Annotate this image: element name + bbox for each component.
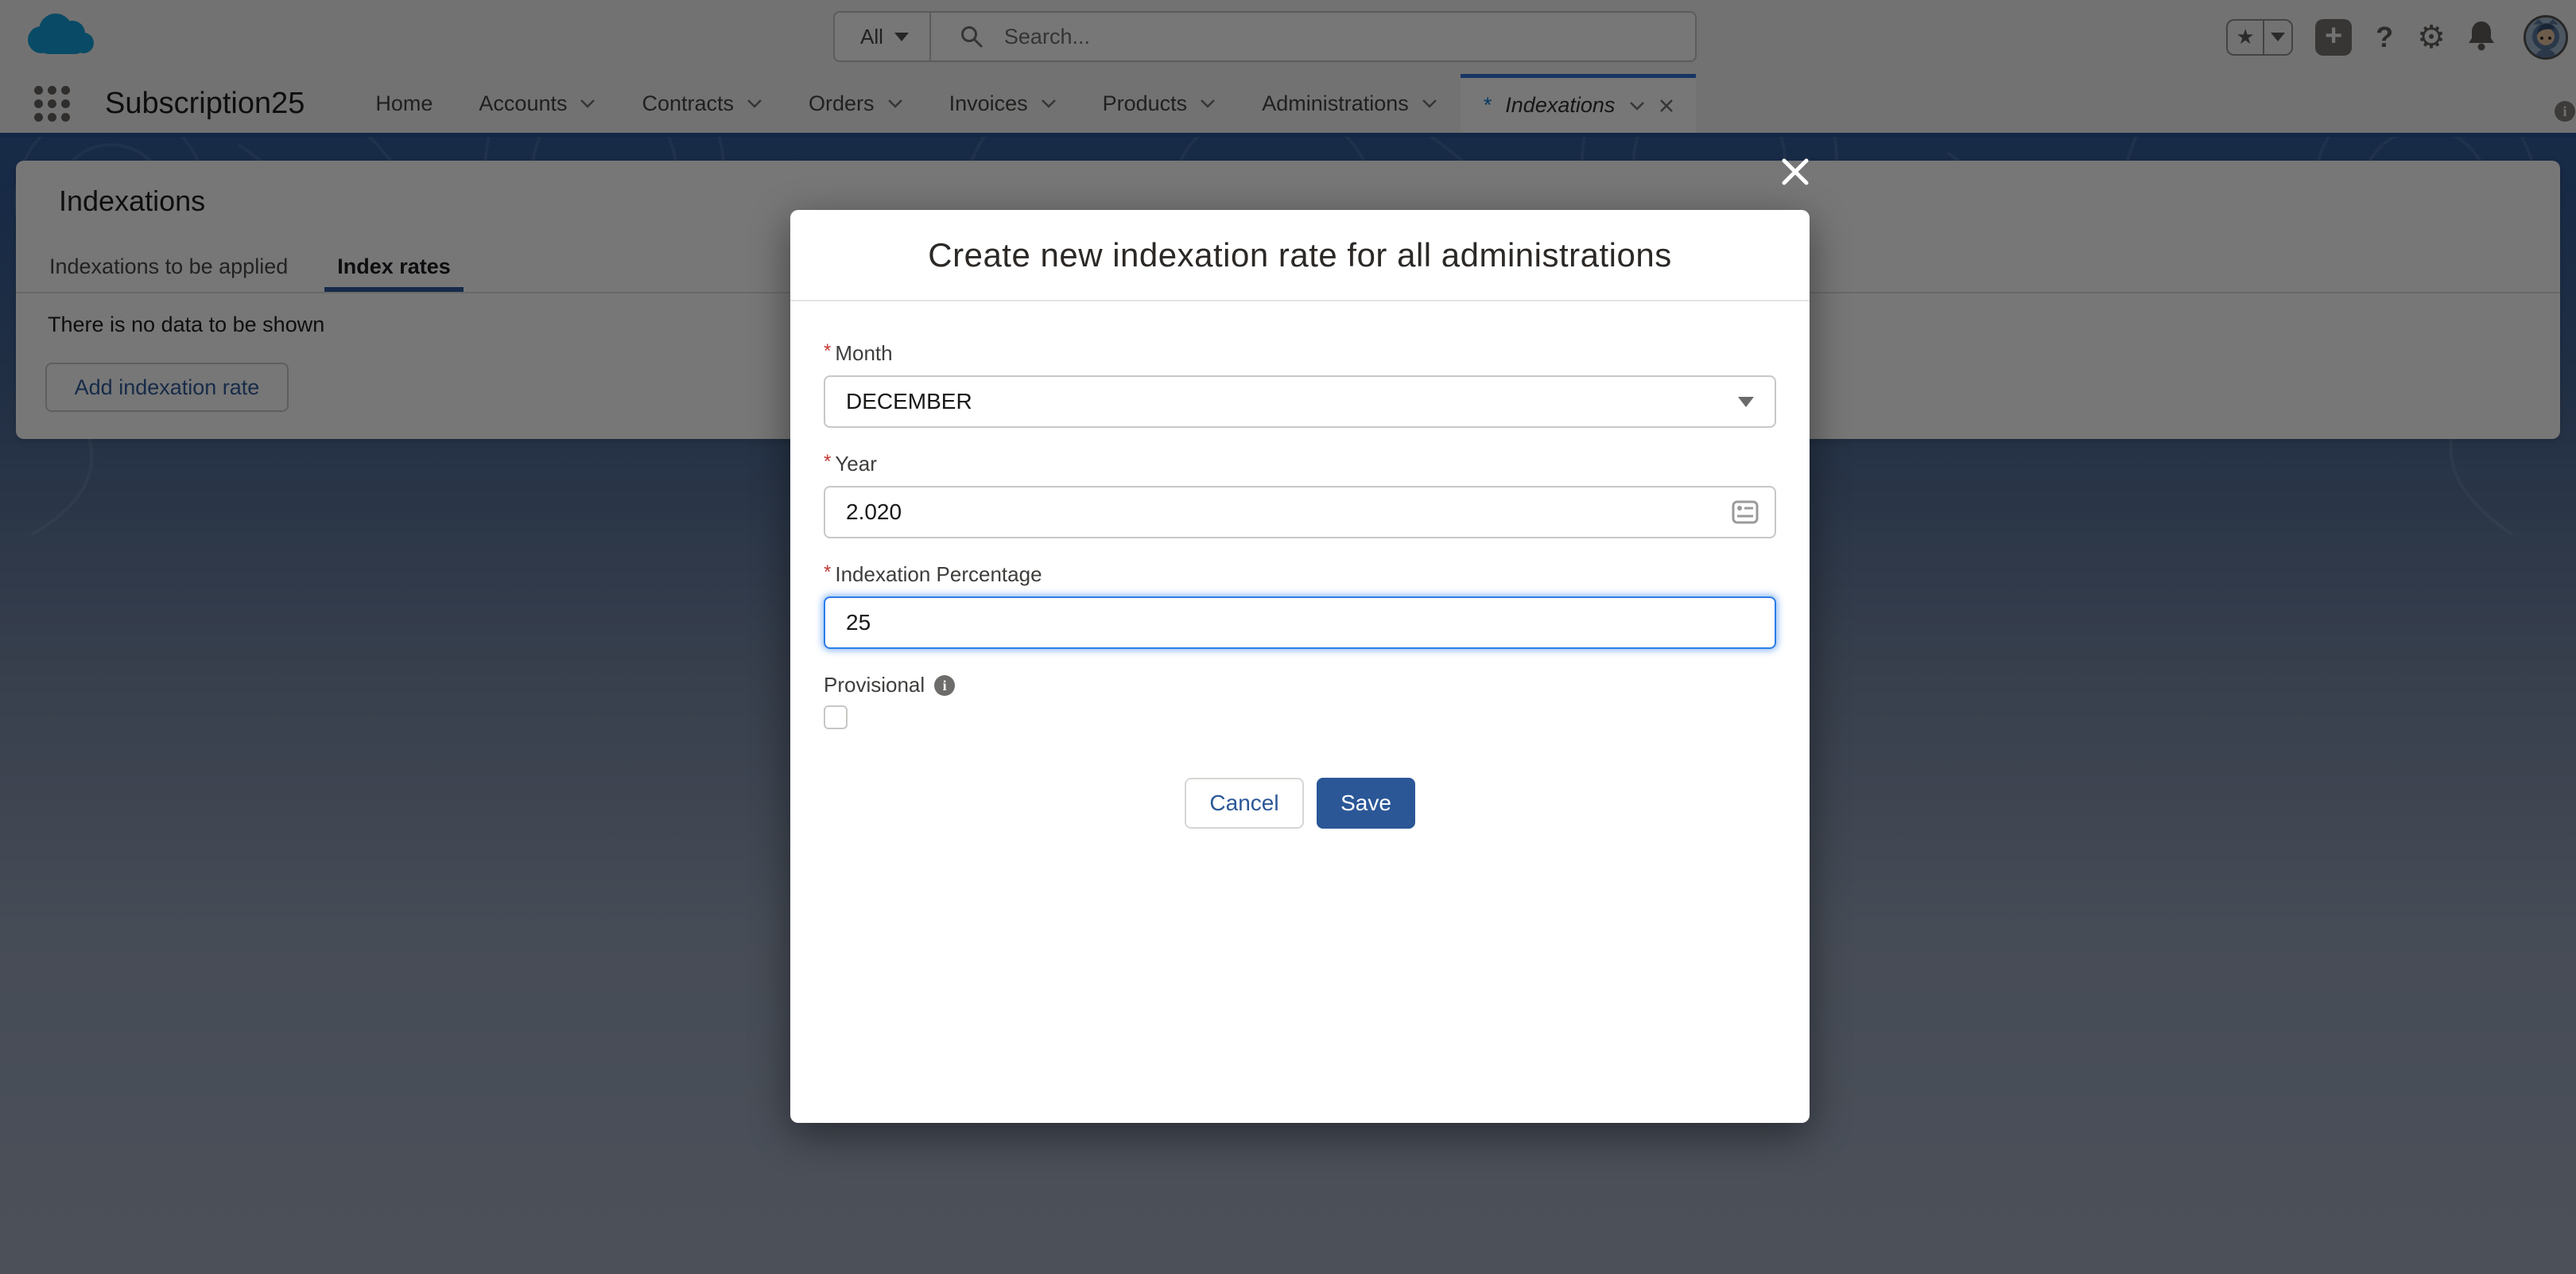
required-marker: *	[824, 562, 831, 583]
year-label: * Year	[824, 452, 1776, 476]
provisional-checkbox[interactable]	[824, 705, 848, 729]
chevron-down-icon	[1738, 397, 1754, 407]
month-select[interactable]: DECEMBER	[824, 375, 1776, 428]
save-button[interactable]: Save	[1317, 778, 1415, 829]
close-icon	[1779, 156, 1811, 188]
indexation-percentage-input[interactable]	[824, 596, 1776, 649]
info-icon[interactable]: i	[934, 675, 955, 696]
indexation-percentage-field-group: * Indexation Percentage	[824, 562, 1776, 649]
cancel-button[interactable]: Cancel	[1185, 778, 1304, 829]
screen: All ★ + ? ⚙	[0, 0, 2576, 1274]
modal-header: Create new indexation rate for all admin…	[790, 210, 1810, 301]
modal-title: Create new indexation rate for all admin…	[928, 236, 1671, 274]
provisional-label: Provisional	[824, 673, 925, 697]
modal-close-button[interactable]	[1779, 156, 1811, 192]
create-indexation-rate-modal: Create new indexation rate for all admin…	[790, 210, 1810, 1123]
month-label: * Month	[824, 341, 1776, 366]
year-input[interactable]	[824, 486, 1776, 538]
indexation-percentage-label: * Indexation Percentage	[824, 562, 1776, 587]
picklist-type-icon	[1732, 499, 1759, 525]
month-value: DECEMBER	[846, 389, 972, 414]
year-field-group: * Year	[824, 452, 1776, 538]
required-marker: *	[824, 452, 831, 472]
required-marker: *	[824, 341, 831, 362]
provisional-field-group: Provisional i	[824, 673, 1776, 733]
month-field-group: * Month DECEMBER	[824, 341, 1776, 428]
